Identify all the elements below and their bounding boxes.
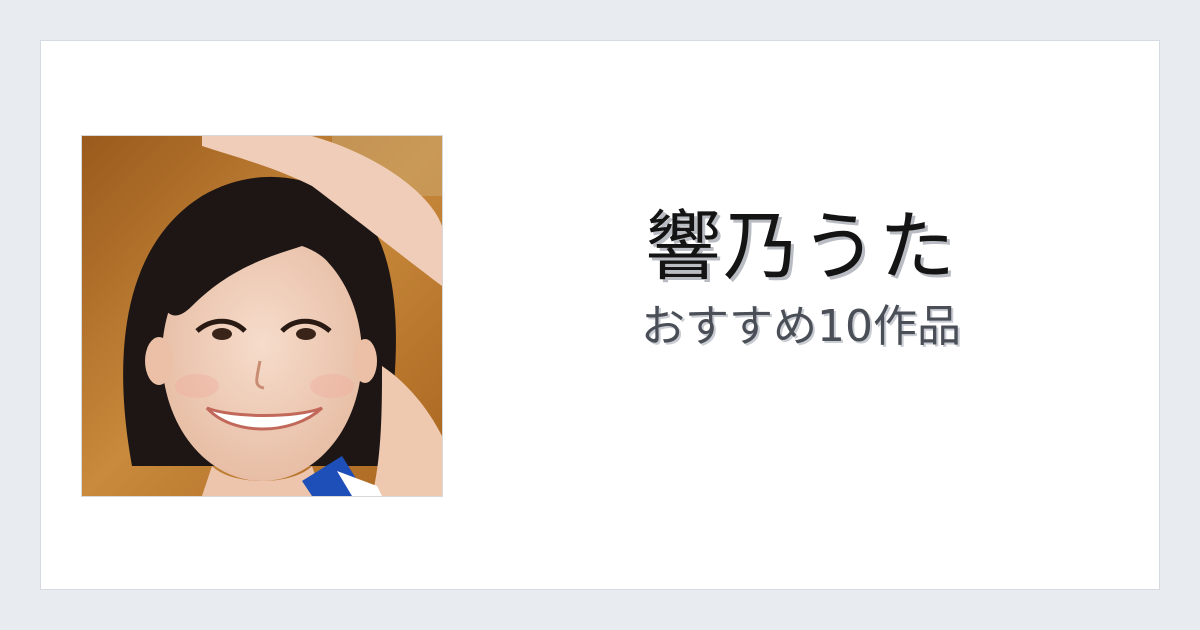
title-block: 響乃うた おすすめ10作品 (481, 201, 1121, 355)
page-subtitle: おすすめ10作品 (641, 301, 961, 352)
ogp-card: 響乃うた おすすめ10作品 (40, 40, 1160, 590)
page-title: 響乃うた (645, 202, 957, 291)
portrait-photo (81, 135, 443, 497)
